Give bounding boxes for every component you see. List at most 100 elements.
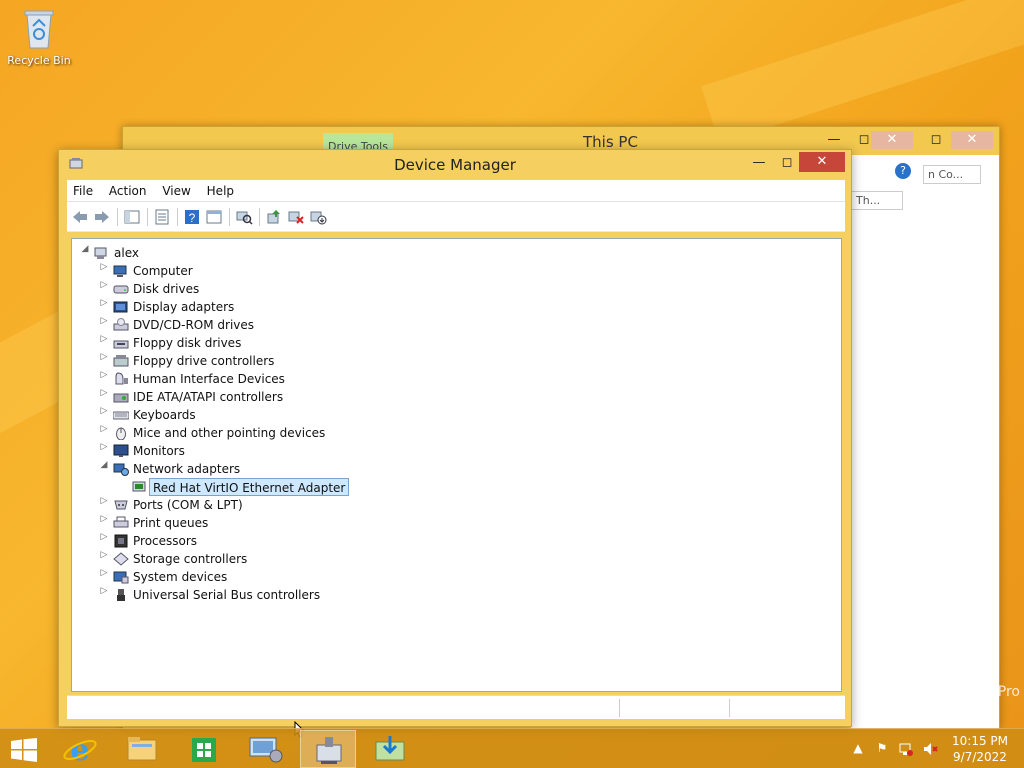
explorer-body xyxy=(851,155,999,729)
toolbar-separator xyxy=(229,208,230,226)
floppy-controller-icon xyxy=(113,354,129,368)
expand-arrow-icon[interactable]: ▷ xyxy=(99,298,109,316)
expand-arrow-icon[interactable]: ▷ xyxy=(99,568,109,586)
tree-category-item[interactable]: Keyboards xyxy=(133,406,196,424)
tree-root-computer[interactable]: alex xyxy=(114,244,139,262)
tree-category-item[interactable]: Floppy disk drives xyxy=(133,334,241,352)
expand-arrow-icon[interactable]: ▷ xyxy=(99,316,109,334)
usb-icon xyxy=(113,588,129,602)
dvd-drive-icon xyxy=(113,318,129,332)
menu-view[interactable]: View xyxy=(156,180,196,202)
computer-management-icon xyxy=(249,737,283,763)
tree-category-item[interactable]: Display adapters xyxy=(133,298,234,316)
expand-arrow-icon[interactable]: ▷ xyxy=(99,334,109,352)
collapse-arrow-icon[interactable]: ◢ xyxy=(99,460,109,478)
search-input[interactable]: n Co... xyxy=(923,165,981,184)
download-folder-icon xyxy=(375,736,405,761)
folder-icon xyxy=(127,737,157,761)
enable-device-icon[interactable] xyxy=(309,208,327,226)
show-hide-console-tree-icon[interactable] xyxy=(123,208,141,226)
wallpaper-stripe xyxy=(701,0,1024,144)
tree-category-item[interactable]: Print queues xyxy=(133,514,208,532)
show-hidden-icons-icon[interactable]: ▲ xyxy=(850,741,866,757)
device-tree-panel[interactable]: ◢ alex ▷ Computer ▷ Disk drives ▷ Display adapt… xyxy=(71,238,842,738)
close-button[interactable]: ✕ xyxy=(871,131,913,149)
uninstall-device-icon[interactable] xyxy=(287,208,305,226)
maximize-button[interactable]: ◻ xyxy=(921,131,951,149)
taskbar-server-manager[interactable] xyxy=(238,730,294,768)
tree-category-item[interactable]: Network adapters xyxy=(133,460,240,478)
tree-category-item[interactable]: System devices xyxy=(133,568,227,586)
device-manager-window[interactable]: Device Manager — ◻ ✕ File Action View He… xyxy=(58,149,852,738)
taskbar-device-manager[interactable] xyxy=(300,730,356,768)
expand-arrow-icon[interactable]: ▷ xyxy=(99,388,109,406)
window-title: Device Manager xyxy=(394,156,516,174)
minimize-button[interactable]: — xyxy=(745,153,773,173)
tree-category-item[interactable]: Ports (COM & LPT) xyxy=(133,496,243,514)
internet-explorer-icon: e xyxy=(63,733,97,768)
forward-icon[interactable] xyxy=(93,208,111,226)
expand-arrow-icon[interactable]: ▷ xyxy=(99,514,109,532)
expand-arrow-icon[interactable]: ▷ xyxy=(99,370,109,388)
maximize-button[interactable]: ◻ xyxy=(773,153,801,173)
tree-category-item[interactable]: IDE ATA/ATAPI controllers xyxy=(133,388,283,406)
taskbar-file-explorer[interactable] xyxy=(114,730,170,768)
expand-arrow-icon[interactable]: ▷ xyxy=(99,424,109,442)
network-icon[interactable] xyxy=(898,741,914,757)
back-icon[interactable] xyxy=(71,208,89,226)
menu-file[interactable]: File xyxy=(67,180,99,202)
processor-icon xyxy=(113,534,129,548)
volume-muted-icon[interactable] xyxy=(922,741,938,757)
help-icon[interactable]: ? xyxy=(895,163,911,179)
expand-arrow-icon[interactable]: ▷ xyxy=(99,262,109,280)
network-card-icon xyxy=(132,480,148,494)
expand-arrow-icon[interactable]: ▷ xyxy=(99,280,109,298)
recycle-bin[interactable]: Recycle Bin xyxy=(6,6,72,67)
tree-category-item[interactable]: Floppy drive controllers xyxy=(133,352,274,370)
minimize-button[interactable]: — xyxy=(819,131,849,149)
start-button[interactable] xyxy=(10,738,38,762)
keyboard-icon xyxy=(112,408,130,422)
expand-arrow-icon[interactable]: ▷ xyxy=(99,532,109,550)
view-icon[interactable] xyxy=(205,208,223,226)
taskbar-internet-explorer[interactable]: e xyxy=(52,730,108,768)
toolbar-separator xyxy=(117,208,118,226)
tree-category-item[interactable]: Processors xyxy=(133,532,197,550)
expand-arrow-icon[interactable]: ▷ xyxy=(99,352,109,370)
menu-help[interactable]: Help xyxy=(201,180,240,202)
tree-category-item[interactable]: Disk drives xyxy=(133,280,199,298)
expand-arrow-icon[interactable]: ▷ xyxy=(99,586,109,604)
toolbar-separator xyxy=(177,208,178,226)
expand-arrow-icon[interactable]: ▷ xyxy=(99,442,109,460)
device-manager-icon xyxy=(316,737,342,764)
tree-category-item[interactable]: Storage controllers xyxy=(133,550,247,568)
menu-action[interactable]: Action xyxy=(103,180,153,202)
action-center-flag-icon[interactable]: ⚑ xyxy=(874,741,890,757)
expand-arrow-icon[interactable]: ▷ xyxy=(99,406,109,424)
tree-category-item[interactable]: Mice and other pointing devices xyxy=(133,424,325,442)
update-driver-icon[interactable] xyxy=(265,208,283,226)
tree-category-item[interactable]: Computer xyxy=(133,262,193,280)
tree-category-item[interactable]: Universal Serial Bus controllers xyxy=(133,586,320,604)
system-clock[interactable]: 10:15 PM 9/7/2022 xyxy=(952,733,1008,765)
tree-device-item[interactable]: Red Hat VirtIO Ethernet Adapter xyxy=(149,478,350,496)
svg-text:e: e xyxy=(70,733,89,768)
tree-category-item[interactable]: Human Interface Devices xyxy=(133,370,285,388)
scan-hardware-icon[interactable] xyxy=(235,208,253,226)
ide-controller-icon xyxy=(113,390,129,404)
taskbar-downloads[interactable] xyxy=(362,730,418,768)
expand-arrow-icon[interactable]: ▷ xyxy=(99,550,109,568)
close-button[interactable]: ✕ xyxy=(951,131,993,149)
expand-arrow-icon[interactable]: ▷ xyxy=(99,496,109,514)
edition-watermark: Pro xyxy=(997,684,1020,700)
close-button[interactable]: ✕ xyxy=(799,152,845,172)
tree-category-item[interactable]: Monitors xyxy=(133,442,185,460)
toolbar: ? xyxy=(67,202,845,232)
collapse-arrow-icon[interactable]: ◢ xyxy=(80,244,90,262)
taskbar-store[interactable] xyxy=(176,730,232,768)
help-icon[interactable]: ? xyxy=(183,208,201,226)
store-icon xyxy=(192,738,216,762)
search-input[interactable]: Th... xyxy=(851,191,903,210)
properties-icon[interactable] xyxy=(153,208,171,226)
tree-category-item[interactable]: DVD/CD-ROM drives xyxy=(133,316,254,334)
